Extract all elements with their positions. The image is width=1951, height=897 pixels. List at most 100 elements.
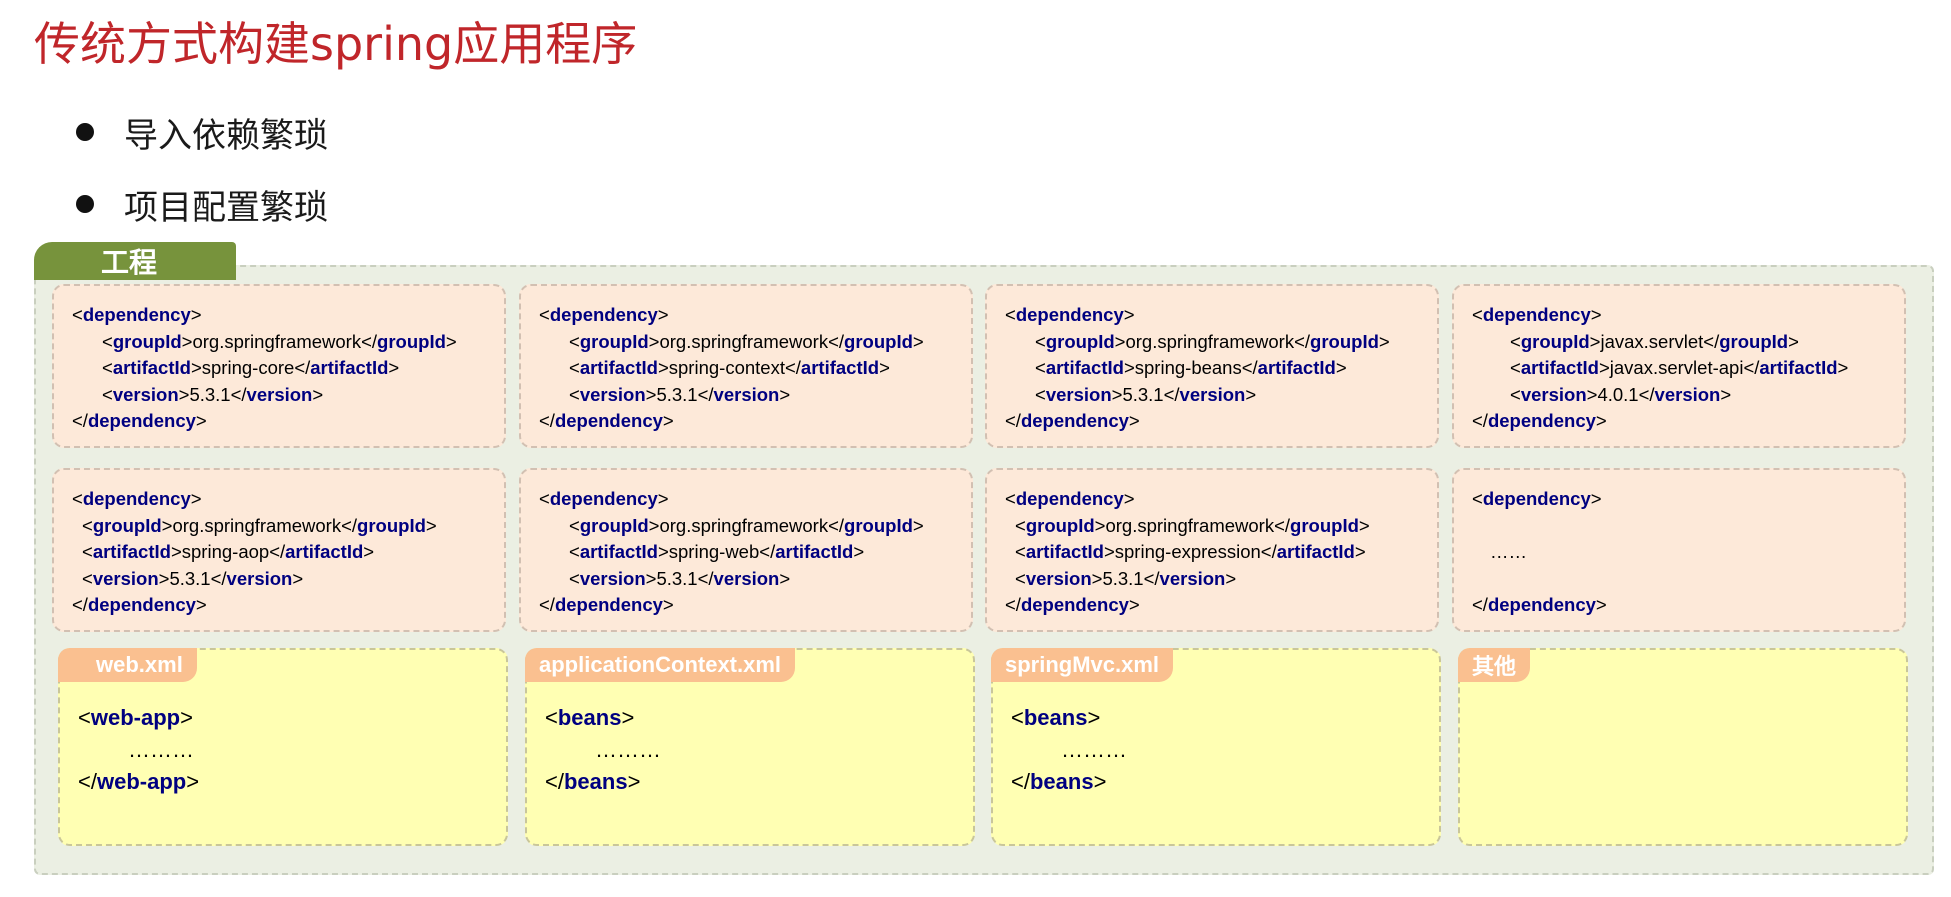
artifact-id-value: spring-beans [1134,357,1242,378]
xml-tag: web-app [96,769,187,794]
xml-tag: beans [1029,769,1094,794]
config-card: web.xml <web-app>……… </web-app> [58,648,508,846]
xml-tag: groupId [1719,330,1789,352]
xml-tag: dependency [1482,304,1591,325]
xml-tag: dependency [1487,594,1596,615]
config-card: springMvc.xml <beans>……… </beans> [991,648,1441,846]
group-id-value: org.springframework [1105,514,1275,536]
xml-tag: version [112,383,179,405]
xml-tag: dependency [554,594,663,615]
xml-tag: groupId [1520,330,1590,352]
xml-tag: groupId [844,514,913,536]
version-value: 5.3.1 [656,567,698,589]
xml-tag: dependency [87,410,196,431]
xml-tag: dependency [1015,488,1124,509]
dependency-placeholder: …… [1490,541,1527,562]
xml-tag: web-app [90,705,181,730]
dependency-card: <dependency> <groupId>org.springframework… [985,468,1439,632]
bullet-dot-icon [76,123,94,141]
xml-tag: groupId [1290,514,1359,536]
xml-tag: version [1045,383,1112,405]
xml-tag: version [92,567,159,589]
dependency-card: <dependency> <groupId>org.springframework… [519,284,973,448]
config-label: applicationContext.xml [525,648,796,682]
artifact-id-value: spring-aop [181,541,270,562]
xml-tag: groupId [92,514,162,536]
xml-tag: dependency [87,594,196,615]
xml-tag: artifactId [92,541,171,562]
xml-tag: version [1179,383,1246,405]
xml-tag: version [1654,383,1721,405]
xml-tag: groupId [357,514,426,536]
version-value: 5.3.1 [169,567,211,589]
xml-tag: beans [563,769,628,794]
xml-tag: dependency [82,488,191,509]
xml-tag: dependency [82,304,191,325]
config-label: springMvc.xml [991,648,1174,682]
xml-tag: beans [557,705,622,730]
config-label: 其他 [1458,648,1531,682]
dependency-card: <dependency> <groupId>javax.servlet</grou… [1452,284,1906,448]
project-label: 工程 [34,242,236,280]
config-content: <web-app>……… </web-app> [78,705,200,794]
xml-tag: artifactId [1520,357,1599,378]
xml-tag: artifactId [1045,357,1124,378]
group-id-value: org.springframework [172,514,342,536]
xml-tag: groupId [1310,330,1379,352]
bullet-item: 导入依赖繁琐 [76,96,328,168]
dependency-card: <dependency> <groupId>org.springframework… [52,284,506,448]
xml-tag: artifactId [1276,541,1355,562]
bullet-text: 项目配置繁琐 [124,187,328,228]
xml-tag: artifactId [1257,357,1336,378]
config-content: <beans>……… </beans> [545,705,661,794]
xml-tag: version [579,567,646,589]
config-card: applicationContext.xml <beans>……… </beans> [525,648,975,846]
artifact-id-value: spring-context [668,357,785,378]
artifact-id-value: spring-core [201,357,295,378]
version-value: 5.3.1 [1102,567,1144,589]
xml-tag: version [1520,383,1587,405]
xml-tag: version [246,383,313,405]
version-value: 4.0.1 [1597,383,1639,405]
dependency-card: <dependency> …… </dependency> [1452,468,1906,632]
group-id-value: org.springframework [1125,330,1295,352]
group-id-value: javax.servlet [1600,330,1704,352]
xml-tag: groupId [579,514,649,536]
version-value: 5.3.1 [189,383,231,405]
xml-tag: artifactId [112,357,191,378]
dependency-card: <dependency> <groupId>org.springframework… [519,468,973,632]
config-placeholder: ……… [128,737,194,762]
xml-tag: artifactId [1759,357,1838,378]
xml-tag: version [713,383,780,405]
xml-tag: artifactId [775,541,854,562]
artifact-id-value: javax.servlet-api [1609,357,1744,378]
xml-tag: dependency [1015,304,1124,325]
xml-tag: dependency [1487,410,1596,431]
group-id-value: org.springframework [192,330,362,352]
config-placeholder: ……… [1061,737,1127,762]
bullet-text: 导入依赖繁琐 [124,115,328,156]
xml-tag: groupId [112,330,182,352]
bullet-item: 项目配置繁琐 [76,168,328,240]
xml-tag: artifactId [285,541,364,562]
xml-tag: groupId [844,330,913,352]
xml-tag: dependency [549,304,658,325]
xml-tag: artifactId [800,357,880,378]
xml-tag: dependency [1020,410,1129,431]
xml-tag: artifactId [1025,541,1104,562]
xml-tag: dependency [549,488,658,509]
xml-tag: dependency [1482,488,1591,509]
dependency-card: <dependency> <groupId>org.springframework… [985,284,1439,448]
config-content: <beans>……… </beans> [1011,705,1127,794]
xml-tag: groupId [1025,514,1095,536]
bullet-dot-icon [76,195,94,213]
xml-tag: version [226,567,293,589]
dependency-card: <dependency> <groupId>org.springframework… [52,468,506,632]
xml-tag: version [713,567,780,589]
xml-tag: version [579,383,646,405]
xml-tag: artifactId [310,357,389,378]
xml-tag: groupId [377,330,446,352]
xml-tag: dependency [1020,594,1129,615]
xml-tag: artifactId [579,357,658,378]
artifact-id-value: spring-web [668,541,760,562]
